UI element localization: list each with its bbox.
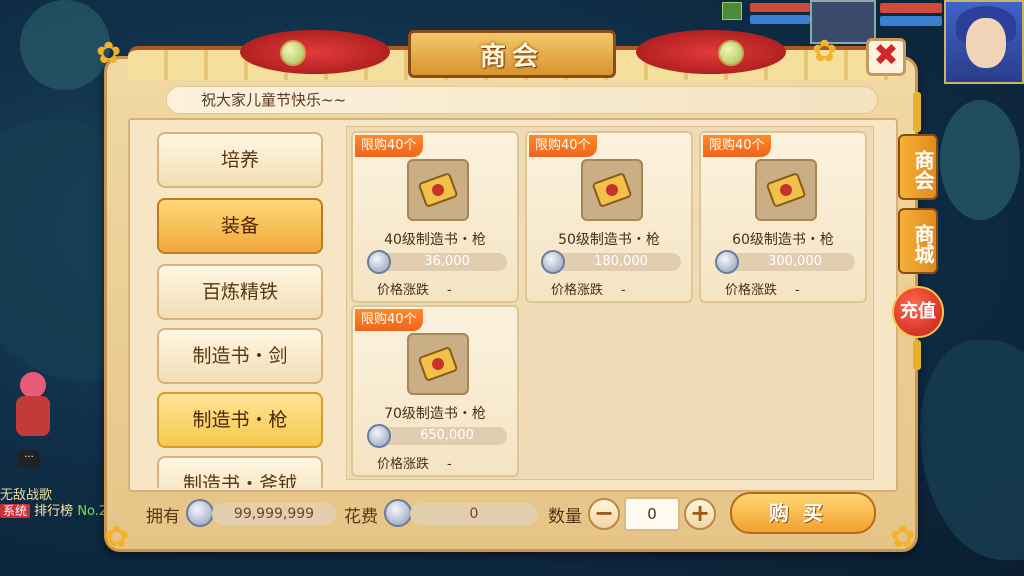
scroll-icon [418, 173, 458, 207]
maple-leaf-icon: ✿ [812, 34, 838, 69]
tab-zhizaoshu-jian[interactable]: 制造书・剑 [157, 328, 323, 384]
tab-zhuangbei[interactable]: 装备 [157, 198, 323, 254]
coin-icon [384, 499, 412, 527]
avatar-face [966, 18, 1006, 68]
chat-line: 系统 排行榜 No.21 [0, 500, 115, 519]
trend-value: - [621, 283, 626, 298]
item-slot [755, 159, 817, 221]
price-trend: 价格涨跌 - [377, 279, 452, 298]
quantity-label: 数量 [548, 507, 582, 527]
item-slot [581, 159, 643, 221]
side-tab-shangcheng[interactable]: 商城 [898, 208, 938, 274]
limit-badge: 限购40个 [355, 135, 423, 157]
item-name: 50级制造书・枪 [558, 232, 660, 248]
tab-peiyang[interactable]: 培养 [157, 132, 323, 188]
item-slot [407, 333, 469, 395]
decrease-button[interactable]: − [588, 498, 620, 530]
close-button[interactable]: ✖ [866, 38, 906, 76]
product-grid: 限购40个 40级制造书・枪 36,000 价格涨跌 - 限购40个 50级制造书… [346, 126, 874, 480]
increase-button[interactable]: + [684, 498, 716, 530]
coin-icon [541, 250, 565, 274]
price-value: 300,000 [768, 254, 822, 269]
price-bar: 300,000 [715, 250, 855, 274]
limit-badge: 限购40个 [355, 309, 423, 331]
scroll-icon [418, 347, 458, 381]
maple-leaf-icon: ✿ [104, 520, 130, 555]
decor-ball [280, 40, 306, 66]
trend-value: - [447, 283, 452, 298]
price-bar: 650,000 [367, 424, 507, 448]
panel-title: 商会 [408, 30, 616, 78]
item-slot [407, 159, 469, 221]
limit-badge: 限购40个 [529, 135, 597, 157]
player-avatar[interactable] [944, 0, 1024, 84]
trend-value: - [795, 283, 800, 298]
price-bar: 180,000 [541, 250, 681, 274]
maple-leaf-icon: ✿ [890, 520, 916, 555]
tassel [913, 92, 921, 132]
price-trend: 价格涨跌 - [377, 453, 452, 472]
price-bar: 36,000 [367, 250, 507, 274]
trend-label: 价格涨跌 [551, 283, 604, 298]
own-value: 99,999,999 [212, 503, 336, 525]
product-card[interactable]: 限购40个 50级制造书・枪 180,000 价格涨跌 - [525, 131, 693, 303]
price-value: 180,000 [594, 254, 648, 269]
side-tab-shanghui[interactable]: 商会 [898, 134, 938, 200]
tab-zhizaoshu-qiang[interactable]: 制造书・枪 [157, 392, 323, 448]
hp-bar [880, 3, 942, 13]
mp-bar [880, 16, 942, 26]
item-name: 60级制造书・枪 [732, 232, 834, 248]
category-list[interactable]: 培养 装备 百炼精铁 制造书・剑 制造书・枪 制造书・斧钺 [157, 130, 327, 488]
scroll-icon [592, 173, 632, 207]
product-card[interactable]: 限购40个 40级制造书・枪 36,000 价格涨跌 - [351, 131, 519, 303]
tab-bailian-jingtie[interactable]: 百炼精铁 [157, 264, 323, 320]
hp-bar [750, 3, 810, 12]
tassel [913, 340, 921, 370]
limit-badge: 限购40个 [703, 135, 771, 157]
side-tab-recharge[interactable]: 充值 [892, 286, 944, 338]
price-trend: 价格涨跌 - [725, 279, 800, 298]
character-sprite [8, 372, 58, 452]
cost-value: 0 [410, 503, 538, 525]
trend-label: 价格涨跌 [377, 457, 430, 472]
coin-icon [367, 250, 391, 274]
close-icon: ✖ [873, 38, 899, 73]
decor-ball [718, 40, 744, 66]
price-value: 650,000 [420, 428, 474, 443]
system-tag: 系统 [0, 504, 31, 518]
coin-icon [715, 250, 739, 274]
coin-icon [186, 499, 214, 527]
tab-zhizaoshu-fuyue[interactable]: 制造书・斧钺 [157, 456, 323, 488]
hud-status-icon[interactable] [722, 2, 742, 20]
background-coral [940, 100, 1020, 220]
price-trend: 价格涨跌 - [551, 279, 626, 298]
trend-label: 价格涨跌 [377, 283, 430, 298]
quantity-input[interactable]: 0 [624, 497, 680, 531]
product-card[interactable]: 限购40个 60级制造书・枪 300,000 价格涨跌 - [699, 131, 867, 303]
mp-bar [750, 15, 810, 24]
notice-bar: 祝大家儿童节快乐~~ [166, 86, 878, 114]
price-value: 36,000 [424, 254, 470, 269]
background-rock [920, 340, 1024, 560]
item-name: 70级制造书・枪 [384, 406, 486, 422]
maple-leaf-icon: ✿ [96, 36, 122, 71]
ribbon-left [240, 30, 390, 74]
scroll-icon [766, 173, 806, 207]
chat-bubble-icon[interactable]: ··· [18, 450, 40, 468]
rank-label: 排行榜 [34, 504, 74, 519]
cost-label: 花费 [344, 507, 378, 527]
trend-label: 价格涨跌 [725, 283, 778, 298]
buy-button[interactable]: 购买 [730, 492, 876, 534]
own-label: 拥有 [146, 507, 180, 527]
trend-value: - [447, 457, 452, 472]
item-name: 40级制造书・枪 [384, 232, 486, 248]
product-card[interactable]: 限购40个 70级制造书・枪 650,000 价格涨跌 - [351, 305, 519, 477]
hud-pet-bars [880, 0, 942, 26]
coin-icon [367, 424, 391, 448]
ribbon-right [636, 30, 786, 74]
title-text: 商会 [479, 41, 544, 72]
hud-player-bars [750, 0, 810, 24]
